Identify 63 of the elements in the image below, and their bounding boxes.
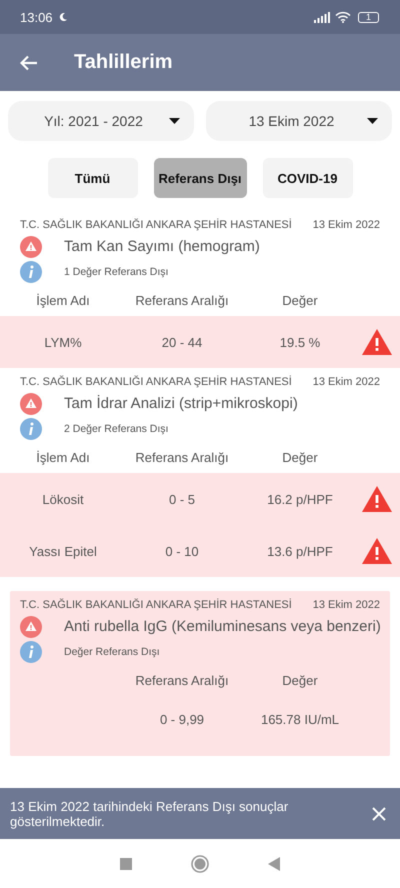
test-name: Anti rubella IgG (Kemiluminesans veya benzeri) xyxy=(64,618,381,635)
table-cell-text: 165.78 IU/mL xyxy=(260,712,340,726)
warning-icon xyxy=(362,486,392,512)
screen-title: Tahlillerim xyxy=(74,51,173,74)
out-of-range-summary: Değer Referans Dışı xyxy=(64,646,160,658)
test-name: Tam İdrar Analizi (strip+mikroskopi) xyxy=(64,395,298,412)
column-header: İşlem Adı xyxy=(35,450,91,464)
column-header: İşlem Adı xyxy=(35,292,91,308)
hospital-name: T.C. SAĞLIK BAKANLIĞI ANKARA ŞEHİR HASTANESİ xyxy=(20,219,292,231)
out-of-range-summary: 2 Değer Referans Dışı xyxy=(64,422,168,434)
out-of-range-summary: 1 Değer Referans Dışı xyxy=(64,266,168,278)
info-icon xyxy=(20,640,42,662)
table-cell-text: 0 - 9,99 xyxy=(158,712,206,726)
hospital-name: T.C. SAĞLIK BAKANLIĞI ANKARA ŞEHİR HASTANESİ xyxy=(20,376,292,388)
status-time: 13:06 xyxy=(20,10,53,24)
table-cell-text: Lökosit xyxy=(41,492,85,506)
back-nav-icon[interactable] xyxy=(268,856,280,870)
signal-icon xyxy=(314,12,330,22)
warning-icon xyxy=(20,392,42,414)
table-cell-text: 13.6 p/HPF xyxy=(266,544,334,558)
table-cell-text: 0 - 10 xyxy=(164,544,200,558)
dropdown-value: Yıl: 2021 - 2022 xyxy=(43,113,144,129)
dropdown-caret-icon xyxy=(367,118,378,124)
dropdown-caret-icon xyxy=(169,118,180,124)
dropdown[interactable]: 13 Ekim 2022 xyxy=(206,101,392,141)
snackbar-message: 13 Ekim 2022 tarihindeki Referans Dışı sonuçlar gösterilmektedir. xyxy=(10,798,290,828)
back-button[interactable] xyxy=(20,54,38,70)
table-cell-text: Yassı Epitel xyxy=(28,544,98,558)
test-name: Tam Kan Sayımı (hemogram) xyxy=(64,238,260,255)
filter-button[interactable]: Tümü xyxy=(48,158,138,198)
column-header: Referans Aralığı xyxy=(134,450,230,464)
table-cell-text: 0 - 5 xyxy=(168,492,196,506)
result-date: 13 Ekim 2022 xyxy=(312,376,380,388)
dropdown-value: 13 Ekim 2022 xyxy=(248,113,336,129)
column-header: Referans Aralığı xyxy=(134,672,230,688)
warning-icon xyxy=(362,538,392,564)
close-icon xyxy=(372,806,386,820)
result-date: 13 Ekim 2022 xyxy=(312,599,380,611)
close-button[interactable] xyxy=(372,806,386,820)
recent-apps-icon[interactable] xyxy=(120,858,132,870)
table-cell-text: 16.2 p/HPF xyxy=(266,492,334,506)
filter-button[interactable]: COVID-19 xyxy=(262,158,352,198)
info-icon xyxy=(20,260,42,282)
back-arrow-icon xyxy=(20,54,38,70)
dropdown[interactable]: Yıl: 2021 - 2022 xyxy=(8,101,194,141)
column-header: Değer xyxy=(281,292,319,308)
table-cell-text: LYM% xyxy=(43,334,83,350)
table-cell-text: 20 - 44 xyxy=(160,334,204,350)
column-header: Değer xyxy=(281,672,319,688)
warning-icon xyxy=(20,616,42,638)
column-header: Değer xyxy=(281,450,319,464)
warning-icon xyxy=(20,236,42,258)
column-header: Referans Aralığı xyxy=(134,292,230,308)
table-cell-text: 19.5 % xyxy=(278,334,322,350)
battery-icon: 1 xyxy=(358,12,379,22)
info-icon xyxy=(20,418,42,440)
result-date: 13 Ekim 2022 xyxy=(312,219,380,231)
wifi-icon xyxy=(334,11,351,23)
hospital-name: T.C. SAĞLIK BAKANLIĞI ANKARA ŞEHİR HASTANESİ xyxy=(20,599,292,611)
warning-icon xyxy=(362,329,392,355)
home-icon[interactable] xyxy=(190,854,209,872)
filter-button[interactable]: Referans Dışı xyxy=(154,158,246,198)
moon-icon xyxy=(58,12,68,22)
